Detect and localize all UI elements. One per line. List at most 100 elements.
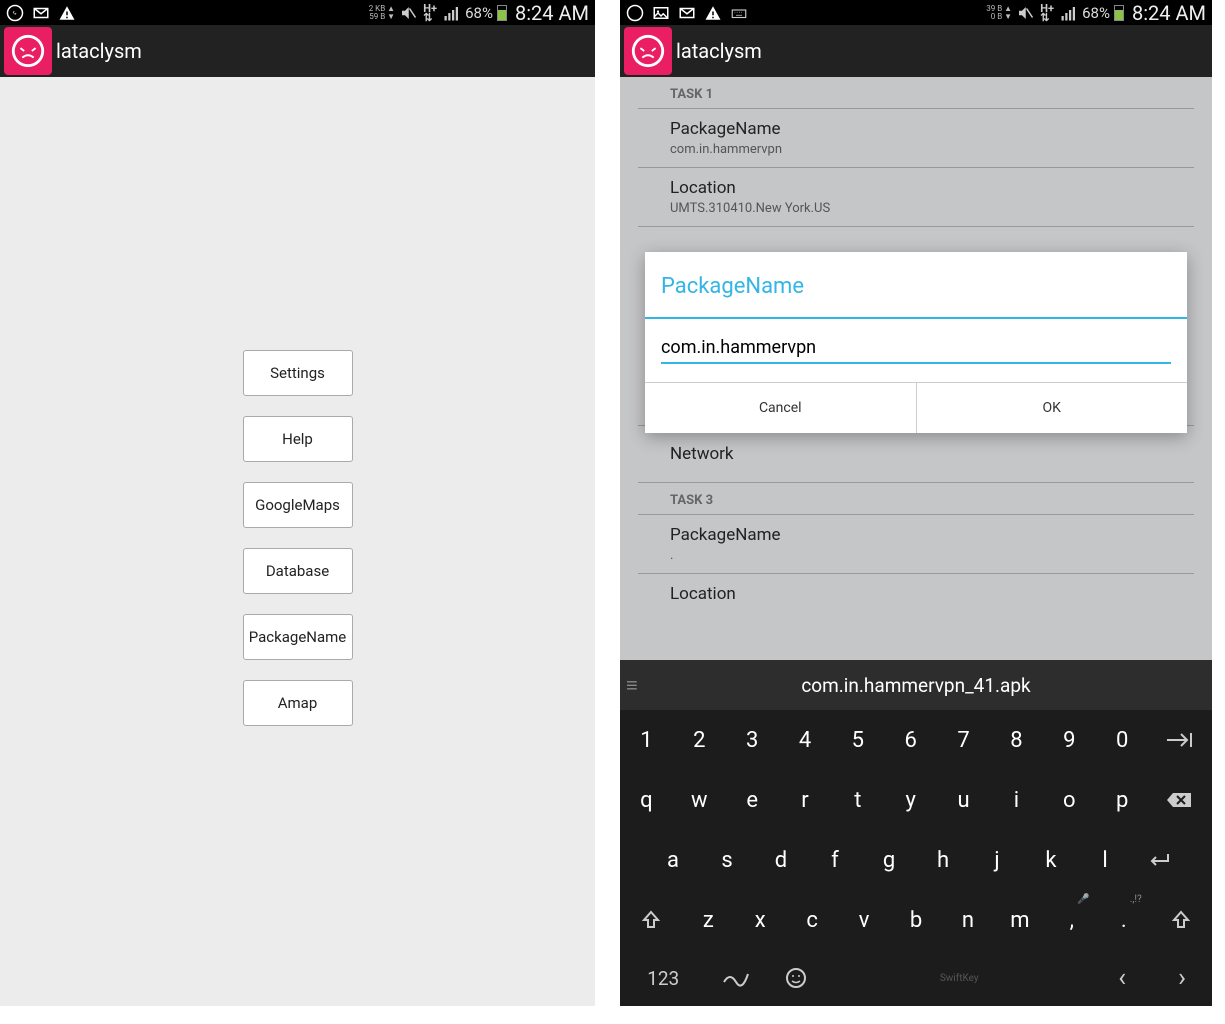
network-hplus-icon: H+⇅ <box>421 4 439 22</box>
key-d[interactable]: d <box>754 830 808 890</box>
app-icon <box>4 27 52 75</box>
suggestion-text[interactable]: com.in.hammervpn_41.apk <box>801 674 1030 697</box>
list-item[interactable]: PackageName . <box>638 515 1194 574</box>
app-title: lataclysm <box>56 39 142 63</box>
key-e[interactable]: e <box>726 770 779 830</box>
suggestion-bar[interactable]: ≡ com.in.hammervpn_41.apk <box>620 660 1212 710</box>
key-7[interactable]: 7 <box>937 710 990 770</box>
key-k[interactable]: k <box>1024 830 1078 890</box>
key-z[interactable]: z <box>682 890 734 950</box>
item-title: PackageName <box>670 525 1162 545</box>
whatsapp-icon <box>6 4 24 22</box>
list-item[interactable]: Network <box>638 426 1194 483</box>
app-bar: lataclysm <box>0 25 595 77</box>
settings-button[interactable]: Settings <box>243 350 353 396</box>
key-2[interactable]: 2 <box>673 710 726 770</box>
key-w[interactable]: w <box>673 770 726 830</box>
section-header: TASK 3 <box>638 483 1194 515</box>
key-b[interactable]: b <box>890 890 942 950</box>
key-4[interactable]: 4 <box>779 710 832 770</box>
cancel-button[interactable]: Cancel <box>645 383 916 433</box>
key-n[interactable]: n <box>942 890 994 950</box>
key-comma[interactable]: ,🎤 <box>1046 890 1098 950</box>
key-x[interactable]: x <box>734 890 786 950</box>
dialog-title: PackageName <box>645 252 1187 319</box>
section-header: TASK 1 <box>638 77 1194 109</box>
amap-button[interactable]: Amap <box>243 680 353 726</box>
key-t[interactable]: t <box>831 770 884 830</box>
signal-icon <box>1060 4 1078 22</box>
key-o[interactable]: o <box>1043 770 1096 830</box>
clock: 8:24 AM <box>515 1 589 25</box>
battery-percent: 68% <box>465 4 493 22</box>
key-m[interactable]: m <box>994 890 1046 950</box>
image-icon <box>652 4 670 22</box>
help-button[interactable]: Help <box>243 416 353 462</box>
packagename-input[interactable] <box>661 333 1171 364</box>
soft-keyboard: ≡ com.in.hammervpn_41.apk 1 2 3 4 5 6 7 … <box>620 660 1212 1006</box>
googlemaps-button[interactable]: GoogleMaps <box>243 482 353 528</box>
key-j[interactable]: j <box>970 830 1024 890</box>
key-l[interactable]: l <box>1078 830 1132 890</box>
battery-percent: 68% <box>1082 4 1110 22</box>
item-title: Location <box>670 584 1162 604</box>
key-period[interactable]: ..,!? <box>1098 890 1150 950</box>
key-y[interactable]: y <box>884 770 937 830</box>
app-title: lataclysm <box>676 39 762 63</box>
key-shift-left[interactable] <box>620 890 682 950</box>
item-title: PackageName <box>670 119 1162 139</box>
key-6[interactable]: 6 <box>884 710 937 770</box>
key-0[interactable]: 0 <box>1096 710 1149 770</box>
signal-icon <box>443 4 461 22</box>
keyboard-brand: SwiftKey <box>940 973 979 984</box>
key-3[interactable]: 3 <box>726 710 779 770</box>
key-a[interactable]: a <box>646 830 700 890</box>
keyboard-indicator-icon <box>730 4 748 22</box>
key-emoji[interactable] <box>766 950 826 1006</box>
phone-right: 39 B ▲0 B ▼ H+⇅ 68% 8:24 AM lataclysm TA… <box>620 0 1212 1006</box>
key-r[interactable]: r <box>779 770 832 830</box>
packagename-button[interactable]: PackageName <box>243 614 353 660</box>
key-s[interactable]: s <box>700 830 754 890</box>
database-button[interactable]: Database <box>243 548 353 594</box>
key-f[interactable]: f <box>808 830 862 890</box>
network-hplus-icon: H+⇅ <box>1038 4 1056 22</box>
key-c[interactable]: c <box>786 890 838 950</box>
key-tab[interactable] <box>1149 710 1212 770</box>
battery-icon <box>1114 5 1124 21</box>
key-v[interactable]: v <box>838 890 890 950</box>
key-swiftkey-flow[interactable] <box>706 950 766 1006</box>
key-q[interactable]: q <box>620 770 673 830</box>
app-bar: lataclysm <box>620 25 1212 77</box>
list-item[interactable]: PackageName com.in.hammervpn <box>638 109 1194 168</box>
hamburger-icon[interactable]: ≡ <box>626 673 638 698</box>
clock: 8:24 AM <box>1132 1 1206 25</box>
list-item[interactable]: Location <box>638 574 1194 614</box>
key-backspace[interactable] <box>1149 770 1212 830</box>
warning-icon <box>58 4 76 22</box>
ok-button[interactable]: OK <box>916 383 1188 433</box>
key-123[interactable]: 123 <box>620 950 706 1006</box>
key-p[interactable]: p <box>1096 770 1149 830</box>
key-5[interactable]: 5 <box>831 710 884 770</box>
key-h[interactable]: h <box>916 830 970 890</box>
app-icon <box>624 27 672 75</box>
data-stats: 39 B ▲0 B ▼ <box>986 5 1012 21</box>
mail-icon <box>32 4 50 22</box>
key-shift-right[interactable] <box>1150 890 1212 950</box>
key-i[interactable]: i <box>990 770 1043 830</box>
key-arrow-right[interactable]: › <box>1152 950 1212 1006</box>
battery-icon <box>497 5 507 21</box>
data-stats: 2 KB ▲59 B ▼ <box>369 5 395 21</box>
mute-icon <box>399 4 417 22</box>
key-8[interactable]: 8 <box>990 710 1043 770</box>
key-9[interactable]: 9 <box>1043 710 1096 770</box>
key-enter[interactable] <box>1132 830 1186 890</box>
mute-icon <box>1016 4 1034 22</box>
key-arrow-left[interactable]: ‹ <box>1092 950 1152 1006</box>
key-g[interactable]: g <box>862 830 916 890</box>
key-1[interactable]: 1 <box>620 710 673 770</box>
key-space[interactable]: SwiftKey <box>826 950 1092 1006</box>
key-u[interactable]: u <box>937 770 990 830</box>
list-item[interactable]: Location UMTS.310410.New York.US <box>638 168 1194 227</box>
